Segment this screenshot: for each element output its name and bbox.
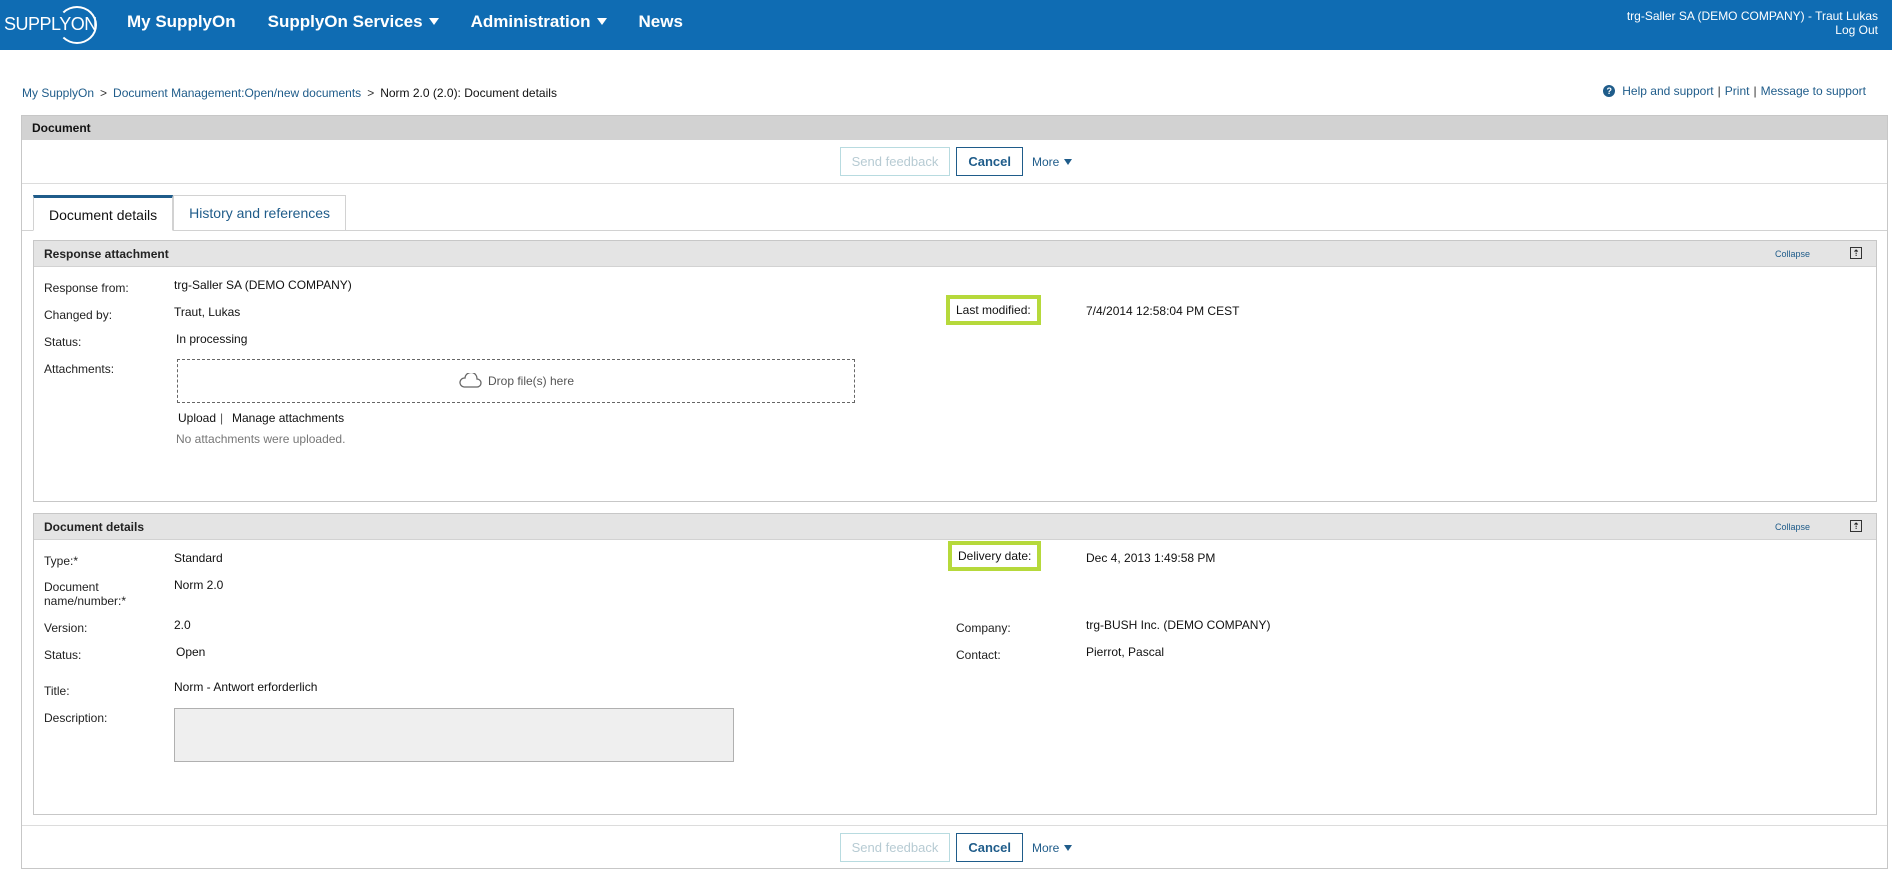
manage-attachments-link[interactable]: Manage attachments: [232, 411, 344, 425]
more-label: More: [1032, 840, 1060, 855]
breadcrumb-separator: >: [100, 86, 108, 100]
user-box: trg-Saller SA (DEMO COMPANY) - Traut Luk…: [1627, 9, 1878, 37]
status-label: Status:: [44, 335, 82, 349]
collapse-link[interactable]: Collapse: [1775, 522, 1810, 532]
contact-link[interactable]: Pierrot, Pascal: [1086, 645, 1164, 659]
more-menu[interactable]: More: [1032, 840, 1073, 855]
caret-down-icon: [428, 18, 439, 25]
nav-my-supplyon[interactable]: My SupplyOn: [127, 12, 236, 32]
section-header: Document details Collapse ⇡: [34, 514, 1876, 540]
cancel-button[interactable]: Cancel: [956, 147, 1024, 176]
version-label: Version:: [44, 621, 88, 635]
company-link[interactable]: trg-BUSH Inc. (DEMO COMPANY): [1086, 618, 1270, 632]
title-label: Title:: [44, 684, 70, 698]
cloud-icon: [459, 373, 482, 388]
link-divider: |: [220, 411, 224, 425]
upload-link[interactable]: Upload: [178, 411, 216, 425]
nav-label: My SupplyOn: [127, 12, 236, 31]
changed-by-label: Changed by:: [44, 308, 113, 322]
help-links: ? Help and support | Print | Message to …: [1603, 84, 1866, 98]
caret-down-icon: [1064, 844, 1073, 851]
document-name-label-line2: name/number:*: [44, 594, 127, 608]
document-name-value: Norm 2.0: [174, 578, 224, 592]
no-attachments-text: No attachments were uploaded.: [176, 432, 346, 446]
changed-by-link[interactable]: Traut, Lukas: [174, 305, 240, 319]
supplyon-logo[interactable]: SUPPLYON: [4, 4, 97, 44]
status-label: Status:: [44, 648, 82, 662]
more-menu[interactable]: More: [1032, 154, 1073, 169]
caret-down-icon: [596, 18, 607, 25]
title-value: Norm - Antwort erforderlich: [174, 680, 318, 694]
link-divider: |: [1717, 84, 1721, 98]
more-label: More: [1032, 154, 1060, 169]
response-from-link[interactable]: trg-Saller SA (DEMO COMPANY): [174, 278, 352, 292]
logo-circle-icon: [57, 6, 97, 44]
user-company-name: trg-Saller SA (DEMO COMPANY) - Traut Luk…: [1626, 9, 1878, 23]
drop-zone-text: Drop file(s) here: [487, 374, 575, 388]
delivery-date-label: Delivery date:: [948, 541, 1042, 571]
breadcrumb-current: Norm 2.0 (2.0): Document details: [380, 86, 557, 100]
type-label: Type:*: [44, 554, 79, 568]
version-value: 2.0: [174, 618, 191, 632]
help-and-support-link[interactable]: Help and support: [1622, 84, 1713, 98]
section-title: Response attachment: [44, 246, 169, 261]
file-drop-zone[interactable]: Drop file(s) here: [177, 359, 855, 403]
nav-news[interactable]: News: [639, 12, 683, 32]
panel-title: Document: [22, 116, 1887, 140]
section-header: Response attachment Collapse ⇡: [34, 241, 1876, 267]
attachments-label: Attachments:: [44, 362, 115, 376]
breadcrumb-separator: >: [367, 86, 375, 100]
collapse-icon[interactable]: ⇡: [1850, 247, 1862, 259]
main-nav: My SupplyOn SupplyOn Services Administra…: [127, 0, 715, 44]
collapse-link[interactable]: Collapse: [1775, 249, 1810, 259]
send-feedback-button[interactable]: Send feedback: [839, 833, 951, 862]
document-name-label-line1: Document: [44, 580, 99, 594]
type-value: Standard: [174, 551, 223, 565]
bottom-action-bar: Send feedback Cancel More: [22, 825, 1887, 869]
nav-label: News: [638, 12, 683, 31]
status-value: In processing: [176, 332, 248, 346]
message-to-support-link[interactable]: Message to support: [1761, 84, 1866, 98]
tab-document-details[interactable]: Document details: [33, 195, 174, 231]
tab-bar: Document details History and references: [33, 195, 347, 231]
nav-label: SupplyOn Services: [267, 12, 423, 31]
breadcrumb: My SupplyOn > Document Management:Open/n…: [22, 86, 557, 100]
top-action-bar: Send feedback Cancel More: [22, 140, 1887, 184]
response-attachment-section: Response attachment Collapse ⇡ Response …: [33, 240, 1877, 502]
description-label: Description:: [44, 711, 108, 725]
description-field: [174, 708, 734, 762]
nav-administration[interactable]: Administration: [471, 12, 607, 32]
section-title: Document details: [44, 519, 145, 534]
nav-label: Administration: [470, 12, 591, 31]
breadcrumb-my-supplyon[interactable]: My SupplyOn: [22, 86, 94, 100]
contact-label: Contact:: [956, 648, 1001, 662]
top-navigation-bar: SUPPLYON My SupplyOn SupplyOn Services A…: [0, 0, 1892, 50]
link-divider: |: [1753, 84, 1757, 98]
print-link[interactable]: Print: [1725, 84, 1750, 98]
delivery-date-value: Dec 4, 2013 1:49:58 PM: [1086, 551, 1216, 565]
tab-history-and-references[interactable]: History and references: [173, 195, 347, 231]
breadcrumb-document-management[interactable]: Document Management:Open/new documents: [113, 86, 361, 100]
status-value: Open: [176, 645, 206, 659]
logout-link[interactable]: Log Out: [1627, 23, 1878, 37]
nav-supplyon-services[interactable]: SupplyOn Services: [268, 12, 439, 32]
last-modified-label: Last modified:: [946, 295, 1041, 325]
last-modified-value: 7/4/2014 12:58:04 PM CEST: [1086, 304, 1240, 318]
send-feedback-button[interactable]: Send feedback: [839, 147, 951, 176]
document-panel: Document Send feedback Cancel More Docum…: [21, 115, 1888, 869]
help-question-icon: ?: [1603, 85, 1616, 97]
company-label: Company:: [956, 621, 1011, 635]
collapse-icon[interactable]: ⇡: [1850, 520, 1862, 532]
caret-down-icon: [1064, 158, 1073, 165]
response-from-label: Response from:: [44, 281, 129, 295]
document-details-section: Document details Collapse ⇡ Type:* Stand…: [33, 513, 1877, 815]
cancel-button[interactable]: Cancel: [956, 833, 1024, 862]
